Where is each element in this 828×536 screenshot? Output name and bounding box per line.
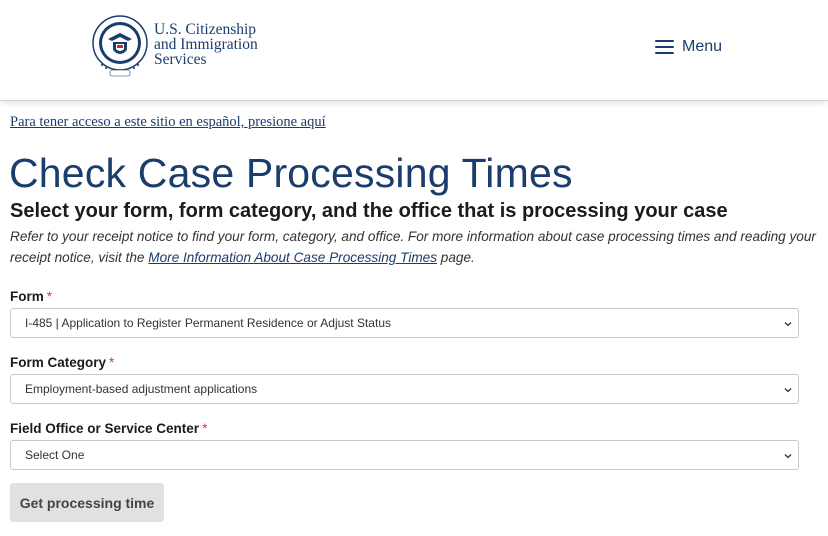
form-category-select-value: Employment-based adjustment applications (25, 382, 258, 396)
form-category-select[interactable]: Employment-based adjustment applications (10, 374, 799, 404)
form-category-label: Form Category * (10, 355, 114, 370)
agency-name-line-2: and Immigration (154, 36, 258, 53)
form-label: Form * (10, 289, 52, 304)
chevron-down-icon (784, 388, 792, 393)
office-select[interactable]: Select One (10, 440, 799, 470)
required-mark: * (202, 421, 208, 436)
form-category-label-text: Form Category (10, 355, 107, 370)
page-subtitle: Select your form, form category, and the… (10, 200, 728, 222)
dhs-seal-icon (92, 15, 148, 77)
intro-text-after: page. (437, 250, 475, 265)
form-select[interactable]: I-485 | Application to Register Permanen… (10, 308, 799, 338)
required-mark: * (46, 289, 53, 304)
menu-label: Menu (682, 38, 723, 55)
agency-name-line-1: U.S. Citizenship (154, 21, 257, 38)
office-label-text: Field Office or Service Center (10, 421, 200, 436)
chevron-down-icon (784, 454, 792, 459)
menu-button[interactable]: Menu (655, 38, 722, 56)
office-select-value: Select One (25, 448, 85, 462)
chevron-down-icon (784, 322, 792, 327)
hamburger-icon (655, 40, 674, 54)
office-label: Field Office or Service Center * (10, 421, 207, 436)
page-title: Check Case Processing Times (9, 150, 573, 196)
form-select-value: I-485 | Application to Register Permanen… (25, 316, 391, 330)
more-info-link[interactable]: More Information About Case Processing T… (148, 250, 437, 265)
form-label-text: Form (10, 289, 44, 304)
site-header: U.S. Citizenship and Immigration Service… (0, 0, 828, 101)
required-mark: * (109, 355, 115, 370)
agency-name: U.S. Citizenship and Immigration Service… (154, 21, 258, 68)
get-processing-time-button[interactable]: Get processing time (10, 483, 164, 522)
intro-text: Refer to your receipt notice to find you… (10, 226, 822, 268)
uscis-logo[interactable]: U.S. Citizenship and Immigration Service… (92, 15, 258, 79)
spanish-language-link[interactable]: Para tener acceso a este sitio en españo… (10, 114, 326, 131)
agency-name-line-3: Services (154, 51, 207, 68)
